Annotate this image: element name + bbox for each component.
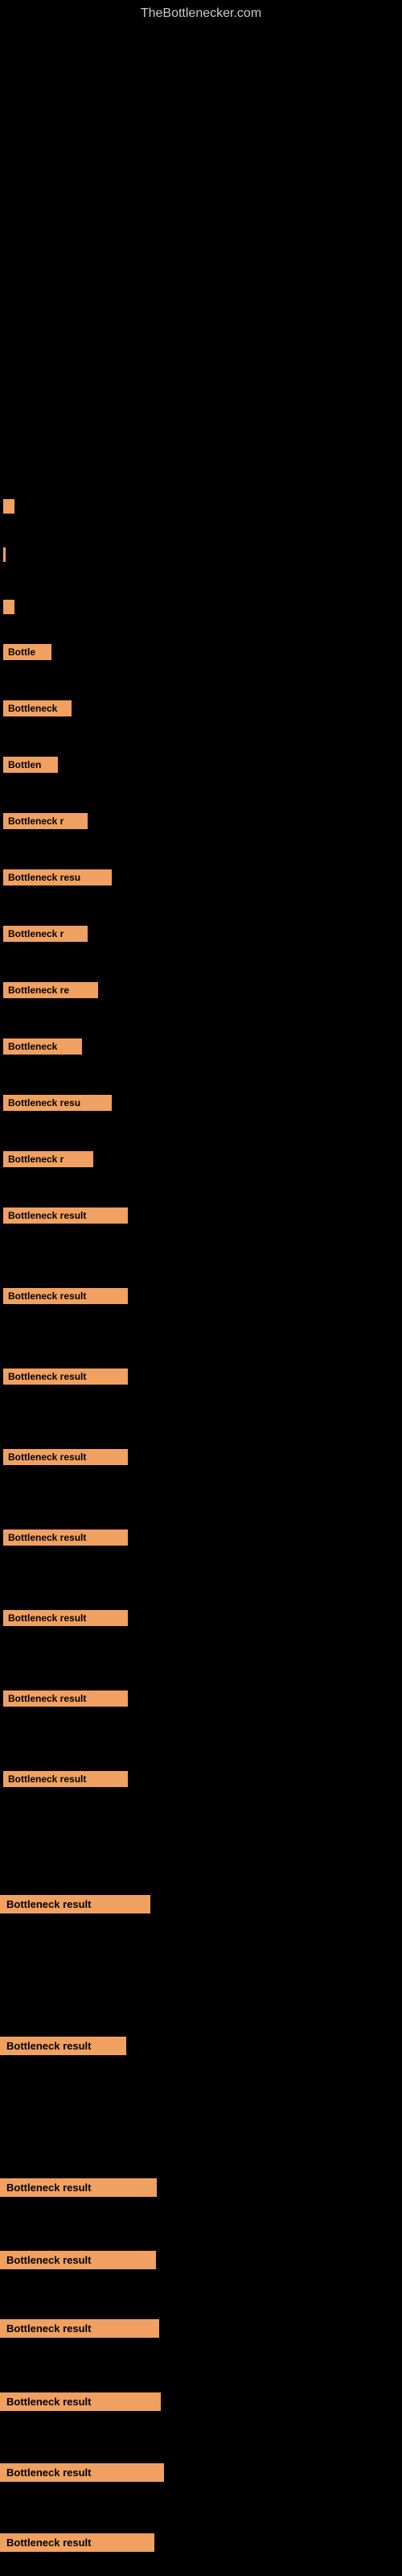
bottleneck-item-1: Bottle bbox=[3, 644, 51, 660]
bottleneck-item-9: Bottleneck resu bbox=[3, 1095, 112, 1111]
bottleneck-item-4: Bottleneck r bbox=[3, 813, 88, 829]
bottleneck-item-21: Bottleneck result bbox=[0, 2178, 157, 2197]
bottleneck-item-20: Bottleneck result bbox=[0, 2037, 126, 2055]
site-title: TheBottlenecker.com bbox=[0, 0, 402, 24]
bottleneck-item-14: Bottleneck result bbox=[3, 1449, 128, 1465]
bottleneck-item-18: Bottleneck result bbox=[3, 1771, 128, 1787]
bottleneck-item-12: Bottleneck result bbox=[3, 1288, 128, 1304]
bottleneck-item-3: Bottlen bbox=[3, 757, 58, 773]
content-area bbox=[0, 24, 402, 507]
bottleneck-item-25: Bottleneck result bbox=[0, 2463, 164, 2482]
bottleneck-item-23: Bottleneck result bbox=[0, 2319, 159, 2338]
bottleneck-item-19: Bottleneck result bbox=[0, 1895, 150, 1913]
bottleneck-item-15: Bottleneck result bbox=[3, 1530, 128, 1546]
bottleneck-item-8: Bottleneck bbox=[3, 1038, 82, 1055]
bottleneck-item-6: Bottleneck r bbox=[3, 926, 88, 942]
bottleneck-item-17: Bottleneck result bbox=[3, 1690, 128, 1707]
page-container: TheBottlenecker.com Bottle Bottleneck Bo… bbox=[0, 0, 402, 2576]
indicator-3 bbox=[3, 600, 14, 614]
bottleneck-item-7: Bottleneck re bbox=[3, 982, 98, 998]
bottleneck-item-13: Bottleneck result bbox=[3, 1368, 128, 1385]
bottleneck-item-26: Bottleneck result bbox=[0, 2533, 154, 2552]
indicator-1 bbox=[3, 499, 14, 514]
bottleneck-item-24: Bottleneck result bbox=[0, 2392, 161, 2411]
indicator-2 bbox=[3, 547, 6, 562]
bottleneck-item-11: Bottleneck result bbox=[3, 1208, 128, 1224]
bottleneck-item-2: Bottleneck bbox=[3, 700, 72, 716]
bottleneck-item-16: Bottleneck result bbox=[3, 1610, 128, 1626]
bottleneck-item-22: Bottleneck result bbox=[0, 2251, 156, 2269]
bottleneck-item-5: Bottleneck resu bbox=[3, 869, 112, 886]
bottleneck-item-10: Bottleneck r bbox=[3, 1151, 93, 1167]
